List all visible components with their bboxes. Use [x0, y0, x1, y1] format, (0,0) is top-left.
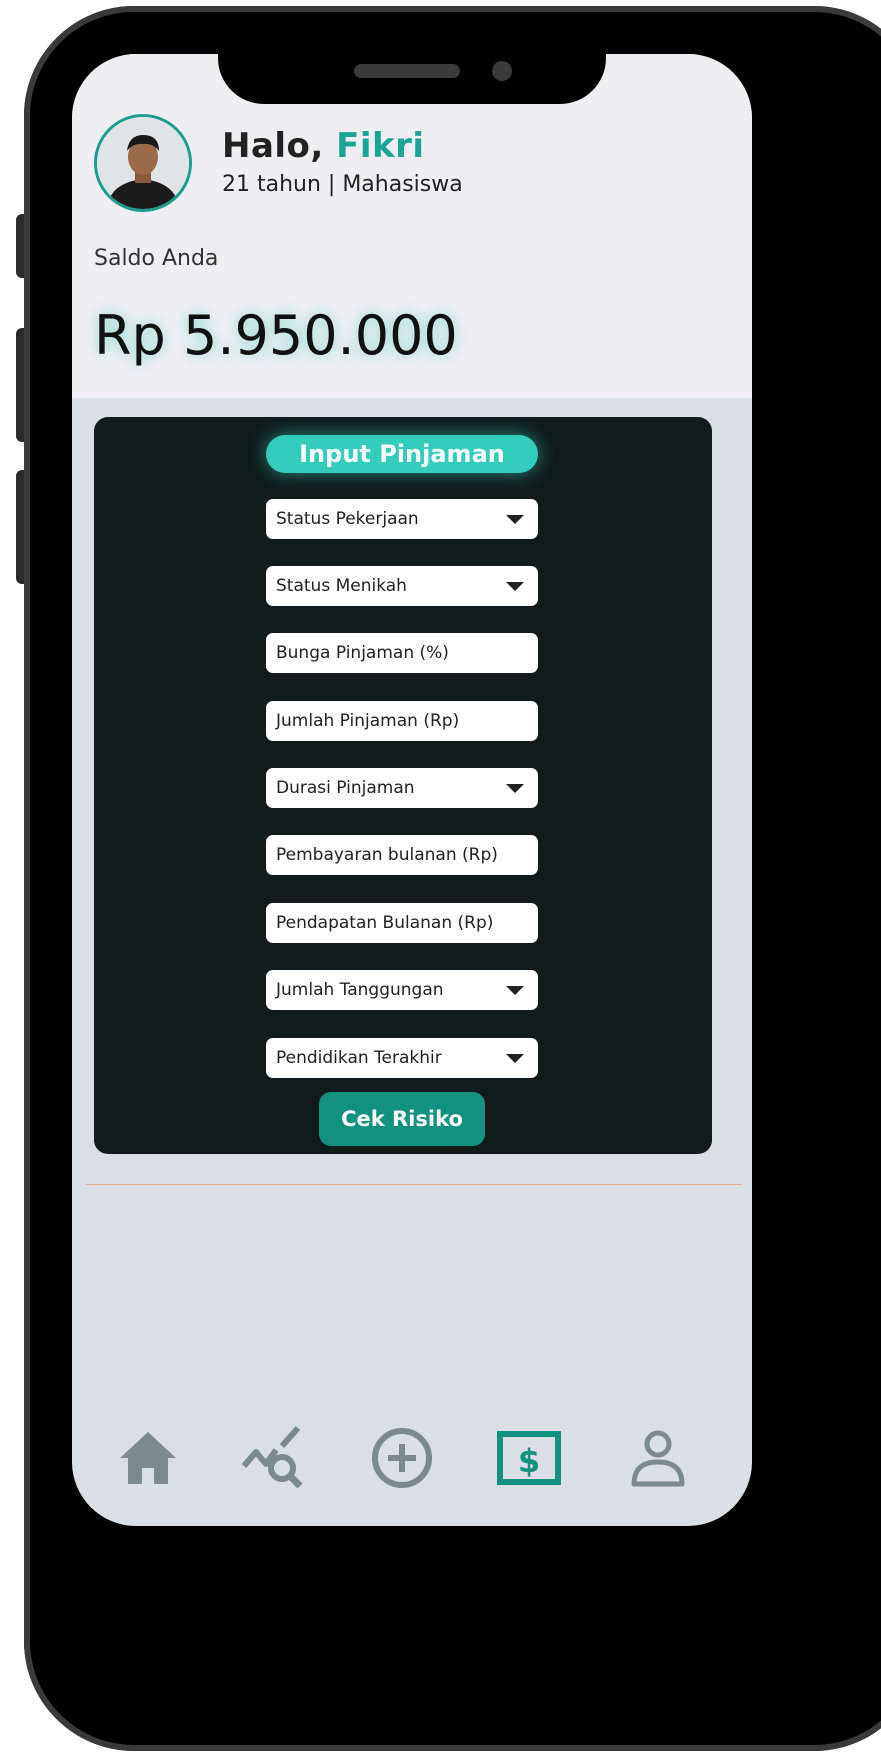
greeting-text: Halo,	[222, 126, 324, 166]
card-title: Input Pinjaman	[266, 435, 538, 473]
field-label: Jumlah Tanggungan	[276, 980, 444, 1000]
chevron-down-icon	[506, 986, 524, 995]
svg-text:$: $	[518, 1442, 540, 1480]
field-label: Status Menikah	[276, 576, 407, 596]
nav-profile[interactable]	[626, 1426, 690, 1490]
status-pekerjaan-select[interactable]: Status Pekerjaan	[266, 499, 538, 539]
nav-loan[interactable]: $	[496, 1428, 562, 1488]
status-menikah-select[interactable]: Status Menikah	[266, 566, 538, 606]
chevron-down-icon	[506, 515, 524, 524]
divider	[86, 1184, 742, 1185]
field-placeholder: Pembayaran bulanan (Rp)	[276, 845, 498, 865]
avatar-portrait	[97, 117, 189, 209]
pembayaran-bulanan-input[interactable]: Pembayaran bulanan (Rp)	[266, 835, 538, 875]
analytics-search-icon	[241, 1426, 303, 1489]
notch	[218, 54, 606, 104]
nav-add[interactable]	[370, 1426, 434, 1490]
jumlah-pinjaman-input[interactable]: Jumlah Pinjaman (Rp)	[266, 701, 538, 741]
balance-value: Rp 5.950.000	[94, 304, 458, 367]
camera	[492, 61, 512, 81]
field-label: Status Pekerjaan	[276, 509, 419, 529]
bunga-pinjaman-input[interactable]: Bunga Pinjaman (%)	[266, 633, 538, 673]
user-name: Fikri	[336, 126, 425, 166]
nav-analytics[interactable]	[238, 1422, 310, 1494]
money-icon: $	[497, 1431, 561, 1485]
nav-home[interactable]	[116, 1426, 180, 1490]
chevron-down-icon	[506, 784, 524, 793]
cek-risiko-button[interactable]: Cek Risiko	[319, 1092, 485, 1146]
avatar[interactable]	[94, 114, 192, 212]
field-placeholder: Pendapatan Bulanan (Rp)	[276, 913, 494, 933]
field-label: Durasi Pinjaman	[276, 778, 415, 798]
user-subtitle: 21 tahun | Mahasiswa	[222, 172, 463, 197]
field-placeholder: Jumlah Pinjaman (Rp)	[276, 711, 460, 731]
speaker	[354, 64, 460, 78]
add-circle-icon	[372, 1428, 432, 1488]
home-icon	[120, 1432, 176, 1484]
chevron-down-icon	[506, 582, 524, 591]
app-screen: Halo, Fikri 21 tahun | Mahasiswa Saldo A…	[72, 54, 752, 1526]
pendapatan-bulanan-input[interactable]: Pendapatan Bulanan (Rp)	[266, 903, 538, 943]
greeting-title: Halo, Fikri	[222, 126, 425, 166]
balance-label: Saldo Anda	[94, 246, 219, 271]
pendidikan-terakhir-select[interactable]: Pendidikan Terakhir	[266, 1038, 538, 1078]
loan-input-card: Input Pinjaman Status Pekerjaan Status M…	[94, 417, 712, 1154]
chevron-down-icon	[506, 1054, 524, 1063]
jumlah-tanggungan-select[interactable]: Jumlah Tanggungan	[266, 970, 538, 1010]
field-label: Pendidikan Terakhir	[276, 1048, 442, 1068]
field-placeholder: Bunga Pinjaman (%)	[276, 643, 449, 663]
durasi-pinjaman-select[interactable]: Durasi Pinjaman	[266, 768, 538, 808]
profile-icon	[631, 1430, 685, 1487]
